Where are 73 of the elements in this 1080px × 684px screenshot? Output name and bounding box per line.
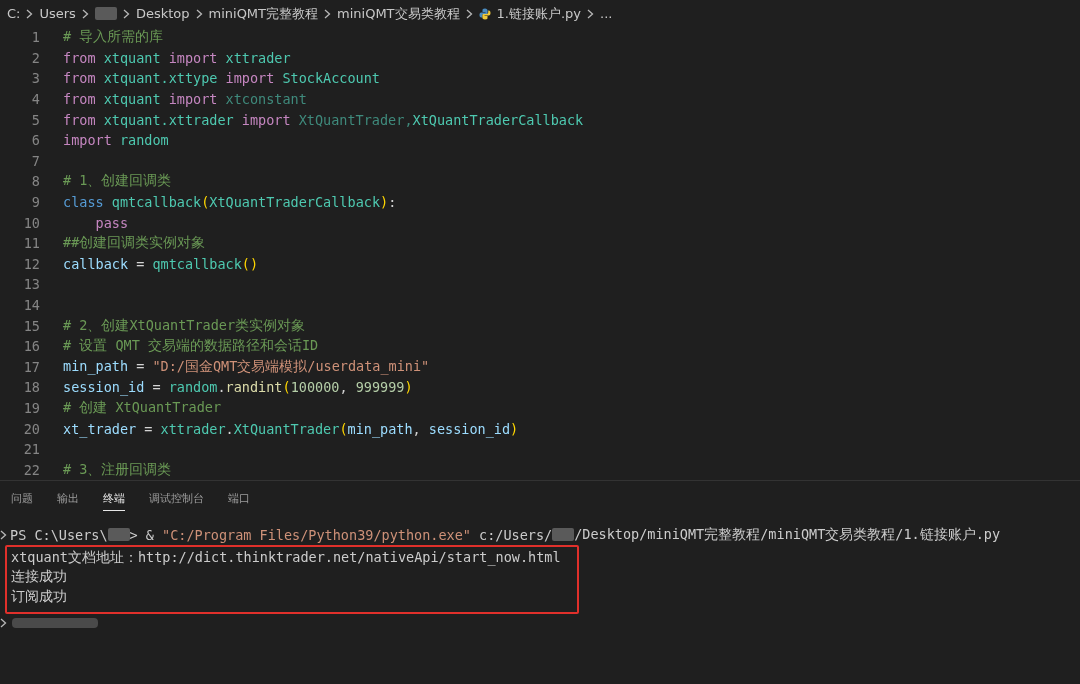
- breadcrumb-item[interactable]: ...: [600, 6, 613, 21]
- chevron-icon: [587, 8, 595, 19]
- line-number: 14: [22, 297, 41, 313]
- line-number: 1: [30, 29, 41, 46]
- line-number: 13: [22, 276, 41, 293]
- panel-tab[interactable]: 调试控制台: [149, 490, 204, 512]
- breadcrumb-item[interactable]: 1.链接账户.py: [496, 4, 582, 23]
- line-number: 20: [22, 420, 41, 437]
- breadcrumb-item[interactable]: Users: [39, 6, 76, 21]
- breadcrumb-item[interactable]: C:: [7, 6, 21, 21]
- breadcrumb-item[interactable]: miniQMT交易类教程: [337, 4, 460, 23]
- line-number: 7: [30, 152, 41, 169]
- code-line: # 设置 QMT 交易端的数据路径和会话ID: [63, 337, 319, 356]
- code-line: from xtquant.xttrader import XtQuantTrader,XtQuantTraderCallback: [63, 111, 584, 128]
- line-number: 11: [22, 235, 41, 252]
- chevron-icon: [81, 8, 89, 19]
- command-string: "C:/Program Files/Python39/python.exe": [162, 526, 471, 543]
- code-line: class qmtcallback(XtQuantTraderCallback):: [63, 194, 397, 211]
- line-number: 5: [30, 111, 41, 128]
- breadcrumb-item[interactable]: Desktop: [135, 6, 190, 21]
- command-text: /Desktop/miniQMT完整教程/miniQMT交易类教程/1.链接账户.py: [574, 525, 1001, 544]
- line-number: 18: [22, 379, 41, 396]
- code-line: # 2、创建XtQuantTrader类实例对象: [63, 316, 306, 335]
- code-line: import random: [63, 132, 169, 149]
- line-number: 17: [22, 358, 41, 375]
- line-number: 15: [22, 317, 41, 334]
- panel-tab[interactable]: 端口: [228, 490, 250, 512]
- chevron-icon: [122, 8, 130, 19]
- chevron-icon: [0, 529, 7, 540]
- code-line: # 导入所需的库: [63, 28, 164, 47]
- code-line: xt_trader = xttrader.XtQuantTrader(min_path, session_id): [63, 420, 519, 437]
- line-number: 8: [30, 173, 41, 190]
- code-line: from xtquant import xtconstant: [63, 91, 307, 108]
- code-line: # 3、注册回调类: [63, 460, 172, 479]
- chevron-icon: [195, 8, 203, 19]
- chevron-icon: [0, 618, 7, 629]
- line-number: 16: [22, 338, 41, 355]
- chevron-icon: [26, 8, 34, 19]
- command-text: > &: [129, 526, 155, 543]
- redacted-block: [552, 528, 575, 542]
- line-number: 3: [30, 70, 41, 87]
- redacted-block: [94, 7, 117, 20]
- code-line: # 1、创建回调类: [63, 172, 172, 191]
- line-number: 22: [22, 461, 41, 478]
- code-line: # 创建 XtQuantTrader: [63, 399, 222, 417]
- panel-tab[interactable]: 输出: [57, 490, 79, 512]
- redacted-block: [107, 528, 130, 542]
- code-line: pass: [94, 214, 129, 231]
- panel-tab[interactable]: 终端: [103, 490, 125, 512]
- code-line: callback = qmtcallback(): [63, 255, 259, 272]
- line-number: 19: [22, 400, 41, 416]
- python-file-icon: [478, 7, 491, 20]
- code-line: from xtquant.xttype import StockAccount: [63, 70, 380, 87]
- output-line: 连接成功: [11, 567, 68, 587]
- command-text: c:/Users/: [478, 526, 553, 543]
- command-text: PS C:\Users\: [10, 526, 108, 543]
- breadcrumb-item[interactable]: miniQMT完整教程: [208, 4, 319, 23]
- code-line: ##创建回调类实例对象: [63, 234, 206, 253]
- chevron-icon: [324, 8, 332, 19]
- line-number: 2: [30, 49, 41, 66]
- line-number: 12: [22, 255, 41, 272]
- code-line: from xtquant import xttrader: [63, 49, 291, 66]
- line-number: 4: [30, 91, 41, 108]
- line-number: 9: [30, 194, 41, 211]
- line-number: 6: [30, 132, 41, 149]
- chevron-icon: [465, 8, 473, 19]
- code-line: session_id = random.randint(100000, 999999): [63, 379, 413, 396]
- line-number: 21: [22, 441, 41, 458]
- panel-tab[interactable]: 问题: [11, 490, 33, 512]
- output-line: 订阅成功: [11, 586, 68, 606]
- line-number: 10: [22, 214, 41, 231]
- output-line: xtquant文档地址：http://dict.thinktrader.net/nativeApi/start_now.html: [11, 547, 562, 568]
- code-line: min_path = "D:/国金QMT交易端模拟/userdata_mini": [63, 357, 430, 376]
